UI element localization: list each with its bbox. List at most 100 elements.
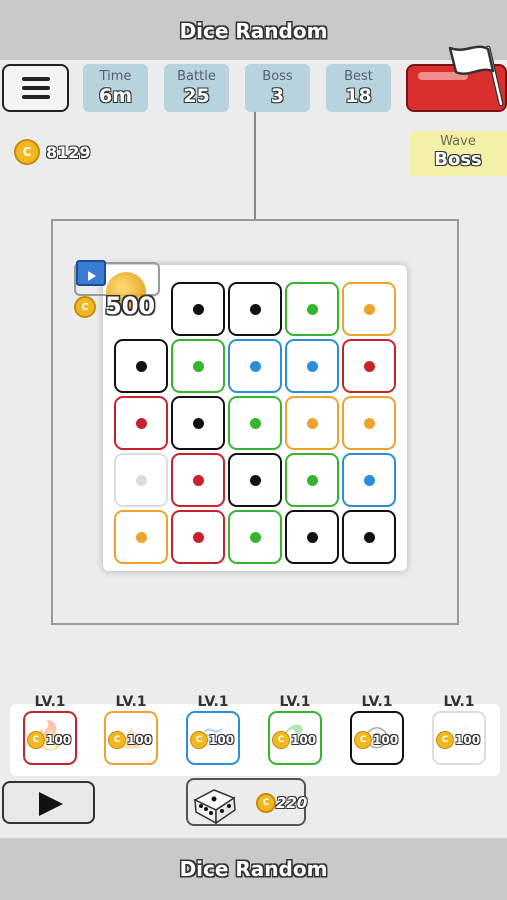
coin-counter: C 8129: [14, 139, 91, 165]
die-black[interactable]: [342, 510, 396, 564]
upgrade-level-label: LV.1: [361, 694, 393, 710]
die-orange[interactable]: [285, 396, 339, 450]
stat-boss-label: Boss: [262, 69, 293, 84]
die-red[interactable]: [342, 339, 396, 393]
upgrade-level-label: LV.1: [34, 694, 66, 710]
die-blue[interactable]: [285, 339, 339, 393]
speed-play-button[interactable]: [2, 781, 95, 824]
stat-battle: Battle 25: [164, 64, 229, 112]
upgrade-panel: [10, 704, 500, 776]
die-pip: [249, 474, 261, 486]
menu-button[interactable]: [2, 64, 69, 112]
spawn-dice-button[interactable]: C 220: [186, 778, 307, 826]
die-white[interactable]: [114, 453, 168, 507]
coin-icon: C: [108, 731, 126, 749]
die-orange[interactable]: [114, 510, 168, 564]
die-green[interactable]: [228, 510, 282, 564]
die-black[interactable]: [228, 282, 282, 336]
die-black[interactable]: [114, 339, 168, 393]
coin-icon: C: [272, 731, 290, 749]
hamburger-icon-line: [21, 95, 50, 99]
die-pip: [306, 417, 318, 429]
die-black[interactable]: [228, 453, 282, 507]
coin-icon: C: [190, 731, 208, 749]
upgrade-cost: C 100: [272, 731, 316, 749]
upgrade-cost-value: 100: [46, 733, 72, 747]
stat-best-label: Best: [344, 69, 373, 84]
die-green[interactable]: [285, 282, 339, 336]
stat-boss-value: 3: [270, 85, 285, 107]
footer-title: Dice Random: [179, 857, 328, 881]
stat-best: Best 18: [326, 64, 391, 112]
coin-amount: 8129: [46, 142, 91, 162]
die-red[interactable]: [114, 396, 168, 450]
die-pip: [192, 303, 204, 315]
app-title: Dice Random: [179, 19, 328, 43]
die-pip: [363, 303, 375, 315]
die-green[interactable]: [285, 453, 339, 507]
coin-icon: C: [14, 139, 40, 165]
hamburger-icon-line: [21, 86, 50, 90]
upgrade-cost: C 100: [27, 731, 71, 749]
die-orange[interactable]: [342, 282, 396, 336]
coin-icon: C: [354, 731, 372, 749]
die-pip: [306, 474, 318, 486]
die-pip: [135, 474, 147, 486]
die-blue[interactable]: [342, 453, 396, 507]
coin-icon: C: [74, 296, 96, 318]
upgrade-cost: C 100: [190, 731, 234, 749]
die-pip: [363, 531, 375, 543]
die-pip: [135, 360, 147, 372]
upgrade-button-black[interactable]: ◎ C 100: [350, 711, 404, 765]
die-pip: [135, 531, 147, 543]
wave-label: Wave: [440, 134, 476, 149]
die-black[interactable]: [171, 396, 225, 450]
upgrade-cost: C 100: [436, 731, 480, 749]
upgrade-cost-value: 100: [291, 733, 317, 747]
ad-reward-button[interactable]: C 500: [74, 258, 162, 320]
dice-icon: [193, 789, 236, 824]
die-green[interactable]: [228, 396, 282, 450]
stat-time-label: Time: [99, 69, 132, 84]
upgrade-cost-value: 100: [127, 733, 153, 747]
upgrade-cost: C 100: [108, 731, 152, 749]
spawn-cost: C 220: [256, 793, 307, 813]
bottom-bar: Dice Random: [0, 838, 507, 900]
upgrade-level-label: LV.1: [279, 694, 311, 710]
die-pip: [249, 417, 261, 429]
die-green[interactable]: [171, 339, 225, 393]
enemy-path-top: [254, 112, 256, 219]
upgrade-cost-value: 100: [209, 733, 235, 747]
spawn-cost-value: 220: [276, 794, 308, 812]
die-black[interactable]: [171, 282, 225, 336]
die-pip: [306, 531, 318, 543]
upgrade-button-white[interactable]: ⚔ C 100: [432, 711, 486, 765]
upgrade-button-red[interactable]: 🔥 C 100: [23, 711, 77, 765]
die-pip: [249, 303, 261, 315]
upgrade-level-label: LV.1: [115, 694, 147, 710]
die-red[interactable]: [171, 510, 225, 564]
surrender-button[interactable]: [406, 45, 507, 112]
wave-value: Boss: [434, 149, 482, 170]
die-red[interactable]: [171, 453, 225, 507]
upgrade-button-orange[interactable]: ▲ C 100: [104, 711, 158, 765]
die-pip: [249, 360, 261, 372]
die-blue[interactable]: [228, 339, 282, 393]
coin-icon: C: [27, 731, 45, 749]
die-pip: [306, 303, 318, 315]
die-black[interactable]: [285, 510, 339, 564]
die-pip: [306, 360, 318, 372]
upgrade-button-blue[interactable]: ≋ C 100: [186, 711, 240, 765]
hamburger-icon: [21, 77, 50, 81]
coin-icon: C: [256, 793, 276, 813]
upgrade-button-green[interactable]: ⚗ C 100: [268, 711, 322, 765]
die-pip: [363, 360, 375, 372]
die-pip: [192, 417, 204, 429]
die-pip: [363, 417, 375, 429]
die-orange[interactable]: [342, 396, 396, 450]
white-flag-icon: [448, 45, 504, 107]
upgrade-level-label: LV.1: [443, 694, 475, 710]
die-pip: [363, 474, 375, 486]
die-pip: [135, 417, 147, 429]
upgrade-cost: C 100: [354, 731, 398, 749]
